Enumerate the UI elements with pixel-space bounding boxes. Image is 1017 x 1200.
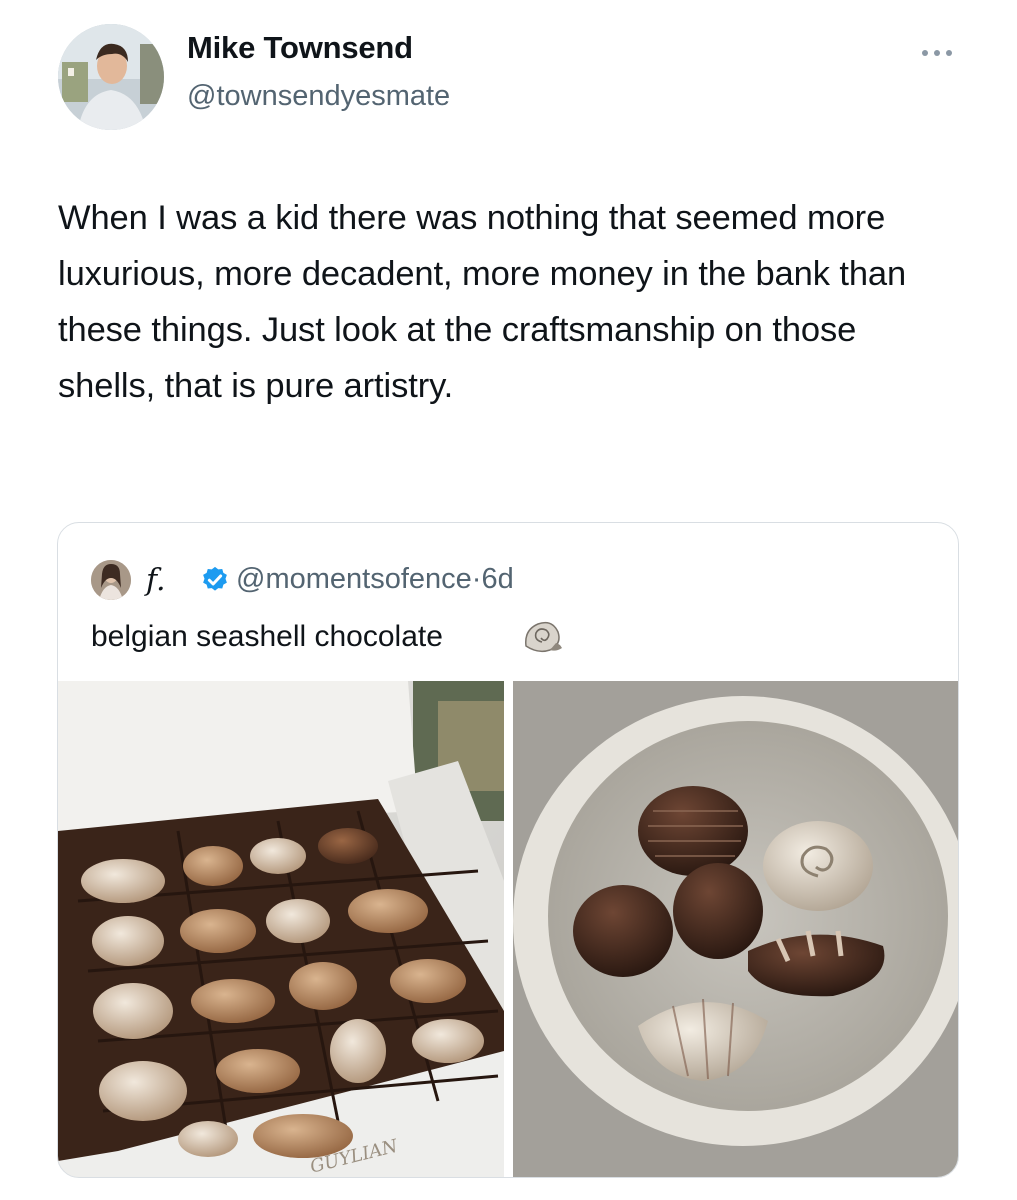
author-avatar[interactable] [58,24,164,130]
tweet-text: When I was a kid there was nothing that … [58,199,907,405]
more-options-button[interactable] [920,38,954,64]
spiral-shell-emoji [525,621,562,653]
verified-badge-icon [203,566,227,591]
quoted-author-handle[interactable]: @momentsofence [236,563,472,595]
quoted-author-avatar[interactable] [91,560,131,600]
tweet-age: 6d [481,563,514,595]
chocolate-bowl-image[interactable] [513,681,958,1177]
author-handle[interactable]: @townsendyesmate [187,80,450,113]
quoted-author-name[interactable]: f. [146,563,166,598]
quoted-tweet-text: belgian seashell chocolate [91,620,443,653]
quoted-tweet-card[interactable]: f. @momentsofence·6d belgian seashell ch… [57,522,959,1178]
quoted-author-meta[interactable]: @momentsofence·6d [236,563,514,596]
meta-separator: · [471,563,482,595]
author-name[interactable]: Mike Townsend [187,30,413,66]
more-horizontal-icon [922,50,952,56]
chocolate-box-image[interactable]: GUYLIAN [58,681,504,1177]
